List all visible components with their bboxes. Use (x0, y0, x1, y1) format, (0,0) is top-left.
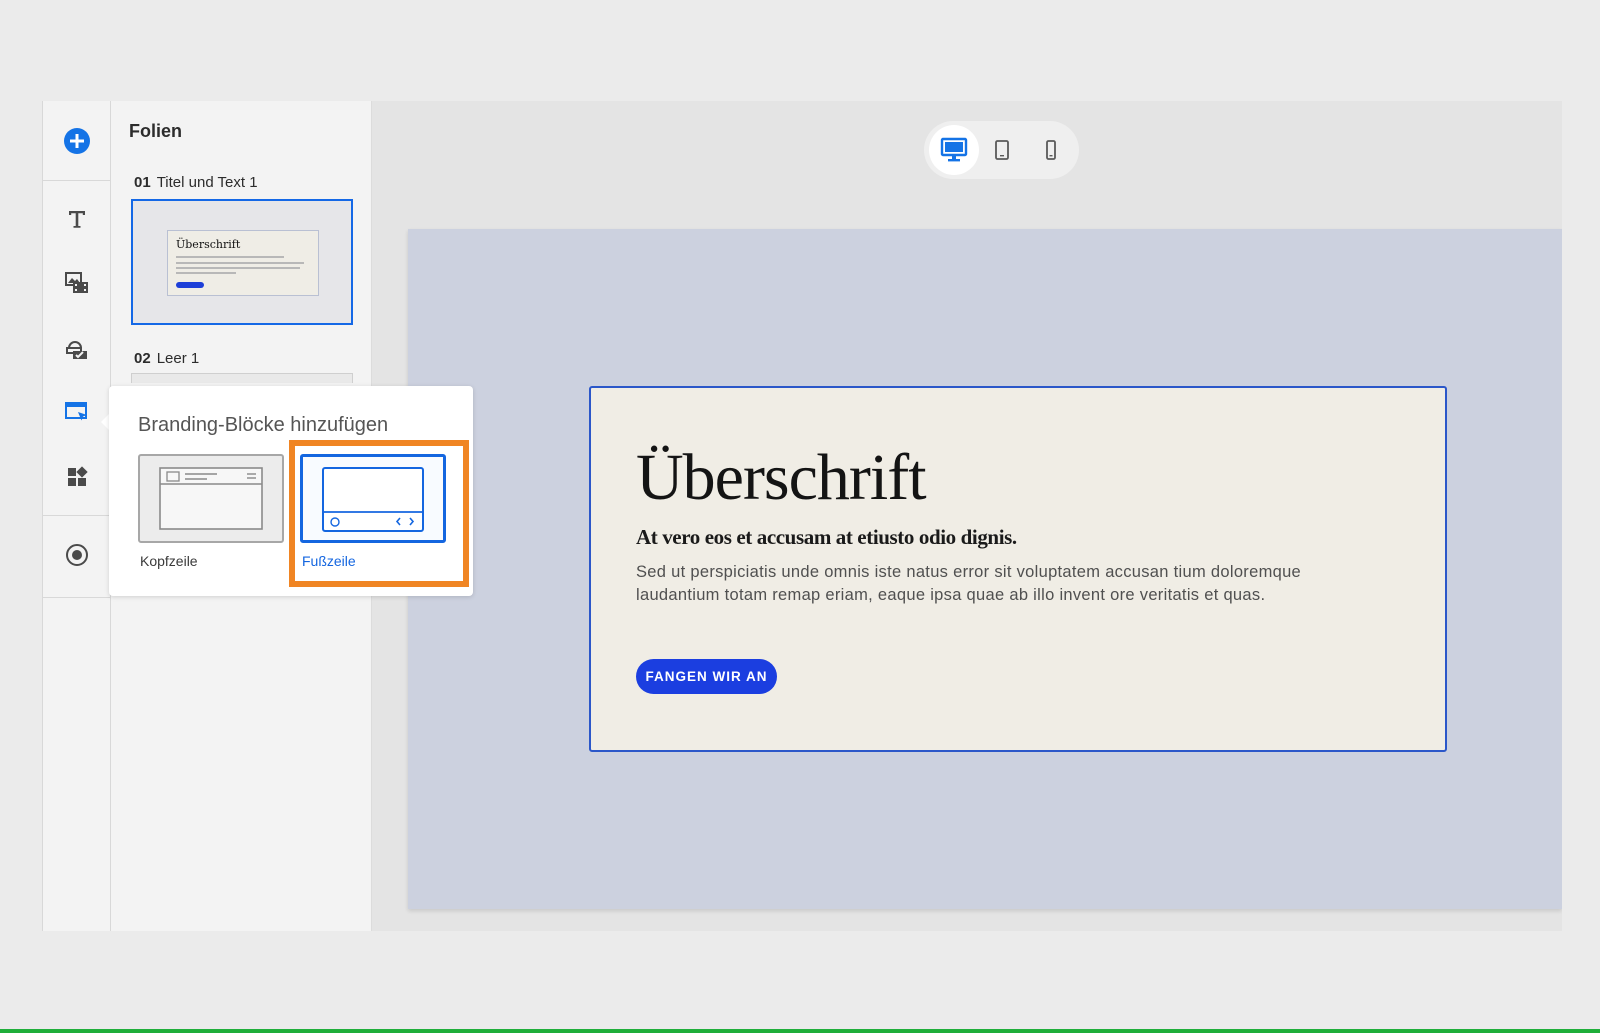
media-icon[interactable] (43, 257, 111, 309)
slide-stage[interactable]: Überschrift At vero eos et accusam at et… (408, 229, 1562, 909)
bottom-accent-bar (0, 1029, 1600, 1033)
widgets-icon[interactable] (43, 451, 111, 503)
slide-label-02[interactable]: 02 Leer 1 (134, 350, 199, 367)
header-block-option[interactable]: Kopfzeile (138, 454, 284, 569)
desktop-icon[interactable] (929, 125, 979, 175)
header-block-thumbnail[interactable] (138, 454, 284, 543)
footer-option-highlight (289, 440, 469, 587)
content-card[interactable]: Überschrift At vero eos et accusam at et… (589, 386, 1447, 752)
interaction-icon[interactable] (43, 323, 111, 375)
popover-title: Branding-Blöcke hinzufügen (138, 414, 389, 436)
tablet-icon[interactable] (977, 125, 1027, 175)
header-block-label: Kopfzeile (140, 553, 198, 569)
slide-body-text[interactable]: Sed ut perspiciatis unde omnis iste natu… (636, 561, 1316, 607)
slide-name: Leer 1 (156, 350, 200, 367)
text-icon[interactable] (43, 193, 111, 245)
slide-thumbnail-01[interactable]: Überschrift (131, 199, 353, 325)
thumbnail-card: Überschrift (167, 230, 319, 296)
tool-rail (42, 101, 111, 931)
slide-heading[interactable]: Überschrift (636, 440, 927, 516)
mobile-icon[interactable] (1026, 125, 1076, 175)
thumbnail-button (176, 282, 204, 288)
cta-button[interactable]: FANGEN WIR AN (636, 659, 777, 694)
slide-number: 01 (134, 174, 151, 191)
slide-subheading[interactable]: At vero eos et accusam at etiusto odio d… (636, 525, 1017, 550)
panel-title: Folien (129, 121, 182, 141)
device-switch (924, 121, 1079, 179)
thumbnail-heading: Überschrift (176, 238, 241, 251)
add-icon[interactable] (43, 115, 111, 167)
slide-label-01[interactable]: 01 Titel und Text 1 (134, 174, 258, 191)
record-icon[interactable] (43, 529, 111, 581)
slide-number: 02 (134, 350, 151, 367)
slide-name: Titel und Text 1 (156, 174, 258, 191)
slide-thumbnail-02[interactable] (131, 373, 353, 383)
canvas-area: Überschrift At vero eos et accusam at et… (372, 101, 1562, 931)
